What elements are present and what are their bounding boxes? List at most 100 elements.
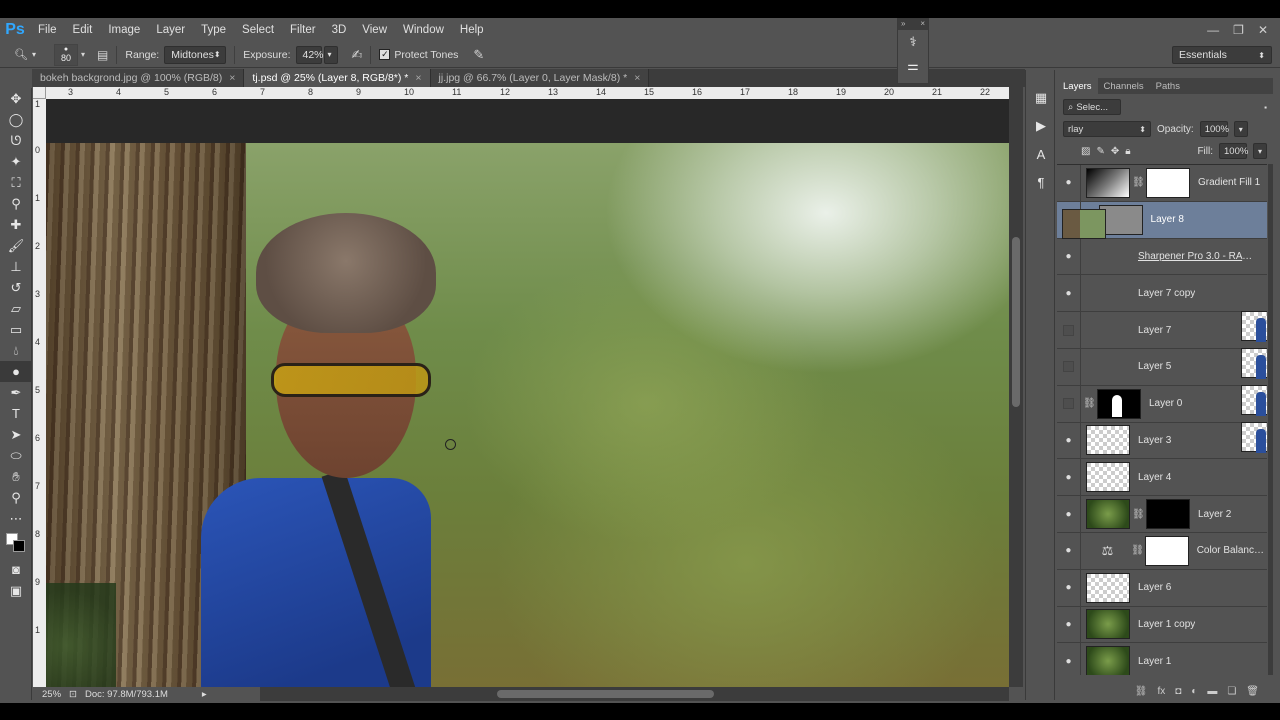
protect-tones-checkbox[interactable]: ✓ bbox=[379, 49, 391, 60]
blur-tool-icon[interactable]: 💧︎ bbox=[0, 340, 32, 361]
dodge-tool-icon[interactable]: ● bbox=[0, 361, 32, 382]
opacity-slider-toggle[interactable]: ▾ bbox=[1233, 121, 1248, 137]
eye-hidden-icon[interactable] bbox=[1057, 385, 1081, 422]
layer-name[interactable]: Layer 2 bbox=[1198, 509, 1231, 520]
layer-name[interactable]: Layer 5 bbox=[1138, 361, 1171, 372]
lock-all-icon[interactable]: 🔒︎ bbox=[1125, 146, 1130, 157]
menu-layer[interactable]: Layer bbox=[148, 24, 193, 36]
airbrush-icon[interactable]: ✍ bbox=[352, 47, 363, 63]
proof-icon[interactable]: ⊡ bbox=[69, 689, 77, 700]
vertical-ruler[interactable]: 1 0 1 2 3 4 5 6 7 8 9 1 bbox=[33, 99, 46, 687]
link-icon[interactable]: ⛓ bbox=[1132, 509, 1145, 520]
quick-mask-icon[interactable]: ◙ bbox=[0, 559, 32, 580]
menu-help[interactable]: Help bbox=[452, 24, 492, 36]
eraser-tool-icon[interactable]: ▱ bbox=[0, 298, 32, 319]
eyedropper-tool-icon[interactable]: ⚲ bbox=[0, 193, 32, 214]
history-icon[interactable]: ▦ bbox=[1026, 84, 1056, 112]
menu-view[interactable]: View bbox=[354, 24, 395, 36]
eye-icon[interactable]: ● bbox=[1057, 532, 1081, 569]
layer-row[interactable]: ● ⛓ Gradient Fill 1 bbox=[1057, 165, 1267, 202]
pressure-icon[interactable]: ✎ bbox=[473, 47, 484, 63]
mask-icon[interactable]: ◘ bbox=[1175, 686, 1181, 697]
horizontal-ruler[interactable]: 3 4 5 6 7 8 9 10 11 12 13 14 15 16 17 18… bbox=[46, 87, 1009, 99]
brush-preset-picker[interactable]: ● 80 bbox=[54, 43, 78, 66]
layer-name[interactable]: Layer 0 bbox=[1149, 398, 1182, 409]
exposure-slider-toggle[interactable]: ▾ bbox=[323, 45, 338, 64]
vertical-scrollbar[interactable] bbox=[1009, 87, 1023, 687]
tab-channels[interactable]: Channels bbox=[1098, 78, 1150, 94]
filter-toggle-icon[interactable]: ▪ bbox=[1264, 103, 1267, 112]
eye-icon[interactable]: ● bbox=[1057, 238, 1081, 275]
fill-field[interactable]: 100% bbox=[1219, 143, 1248, 159]
collapse-icon[interactable]: » bbox=[901, 19, 905, 30]
marquee-tool-icon[interactable]: ◯ bbox=[0, 109, 32, 130]
menu-window[interactable]: Window bbox=[395, 24, 452, 36]
layer-row[interactable]: Layer 5 bbox=[1057, 348, 1267, 453]
menu-file[interactable]: File bbox=[30, 24, 65, 36]
photo-image[interactable] bbox=[46, 143, 1009, 687]
shape-tool-icon[interactable]: ⬭ bbox=[0, 445, 32, 466]
fill-slider-toggle[interactable]: ▾ bbox=[1253, 143, 1267, 159]
close-icon[interactable]: × bbox=[229, 72, 235, 84]
eye-hidden-icon[interactable] bbox=[1057, 348, 1081, 385]
eye-icon[interactable]: ● bbox=[1057, 422, 1081, 459]
quick-select-tool-icon[interactable]: ✦ bbox=[0, 151, 32, 172]
layer-row[interactable]: ● Layer 6 bbox=[1057, 569, 1267, 607]
layer-row[interactable]: ⛓ Layer 0 bbox=[1057, 209, 1267, 423]
close-icon[interactable]: × bbox=[415, 72, 421, 84]
link-icon[interactable]: ⛓ bbox=[1132, 177, 1145, 188]
tab-tj[interactable]: tj.psd @ 25% (Layer 8, RGB/8*) * × bbox=[244, 69, 431, 87]
move-tool-icon[interactable]: ✥ bbox=[0, 88, 32, 109]
tab-paths[interactable]: Paths bbox=[1150, 78, 1186, 94]
layer-name[interactable]: Layer 6 bbox=[1138, 582, 1171, 593]
horizontal-scroll-thumb[interactable] bbox=[497, 690, 714, 698]
tab-layers[interactable]: Layers bbox=[1057, 78, 1098, 94]
menu-image[interactable]: Image bbox=[100, 24, 148, 36]
workspace-dropdown[interactable]: Essentials ⬍ bbox=[1172, 46, 1272, 64]
clone-source-icon[interactable]: ⚕ bbox=[898, 30, 928, 54]
brush-chevron-icon[interactable]: ▾ bbox=[81, 50, 85, 59]
eye-icon[interactable]: ● bbox=[1057, 165, 1081, 201]
lock-pixels-icon[interactable]: ✎ bbox=[1096, 146, 1104, 157]
healing-tool-icon[interactable]: ✚ bbox=[0, 214, 32, 235]
adjustment-icon[interactable]: ◐ bbox=[1191, 686, 1197, 697]
close-icon[interactable]: × bbox=[920, 19, 925, 30]
eye-icon[interactable]: ● bbox=[1057, 606, 1081, 643]
menu-filter[interactable]: Filter bbox=[282, 24, 324, 36]
link-icon[interactable]: ⛓ bbox=[1135, 686, 1148, 697]
screen-mode-icon[interactable]: ▣ bbox=[0, 580, 32, 601]
layer-name[interactable]: Layer 3 bbox=[1138, 435, 1171, 446]
hand-tool-icon[interactable]: ✋︎ bbox=[0, 466, 32, 487]
close-button[interactable]: ✕ bbox=[1258, 23, 1268, 37]
minimize-button[interactable]: — bbox=[1207, 23, 1219, 37]
path-select-tool-icon[interactable]: ➤ bbox=[0, 424, 32, 445]
menu-type[interactable]: Type bbox=[193, 24, 234, 36]
eye-icon[interactable]: ● bbox=[1057, 459, 1081, 496]
lock-position-icon[interactable]: ✥ bbox=[1111, 146, 1119, 157]
brush-tool-icon[interactable]: 🖌︎ bbox=[0, 235, 32, 256]
layer-name[interactable]: Sharpener Pro 3.0 - RAW P... bbox=[1138, 251, 1258, 262]
layer-row[interactable]: Layer 7 bbox=[1057, 312, 1267, 417]
ruler-origin[interactable] bbox=[33, 87, 46, 99]
actions-icon[interactable]: ▶ bbox=[1026, 112, 1056, 140]
layer-row[interactable]: ● Layer 1 copy bbox=[1057, 606, 1267, 644]
layer-name[interactable]: Layer 8 bbox=[1151, 214, 1184, 225]
tab-jj[interactable]: jj.jpg @ 66.7% (Layer 0, Layer Mask/8) *… bbox=[430, 69, 650, 87]
stamp-tool-icon[interactable]: ⊥ bbox=[0, 256, 32, 277]
layer-name[interactable]: Layer 1 copy bbox=[1138, 619, 1195, 630]
blend-mode-dropdown[interactable]: rlay ⬍ bbox=[1063, 121, 1151, 137]
exposure-field[interactable]: 42% bbox=[295, 45, 324, 64]
folder-icon[interactable]: ▬ bbox=[1207, 686, 1217, 697]
eye-icon[interactable]: ● bbox=[1057, 643, 1081, 675]
opacity-field[interactable]: 100% bbox=[1199, 121, 1229, 137]
panel-header[interactable]: » × bbox=[898, 19, 928, 30]
eye-hidden-icon[interactable] bbox=[1057, 312, 1081, 348]
layer-name[interactable]: Layer 4 bbox=[1138, 472, 1171, 483]
layer-row[interactable]: ● Layer 3 bbox=[1057, 422, 1267, 460]
brush-panel-icon[interactable]: ▤ bbox=[97, 48, 108, 62]
horizontal-scrollbar[interactable] bbox=[260, 687, 1009, 701]
layer-row[interactable]: ● Layer 4 bbox=[1057, 459, 1267, 497]
status-arrow-icon[interactable]: ▸ bbox=[202, 689, 207, 700]
pen-tool-icon[interactable]: ✒ bbox=[0, 382, 32, 403]
adjust-sliders-icon[interactable]: ⚌ bbox=[898, 54, 928, 78]
